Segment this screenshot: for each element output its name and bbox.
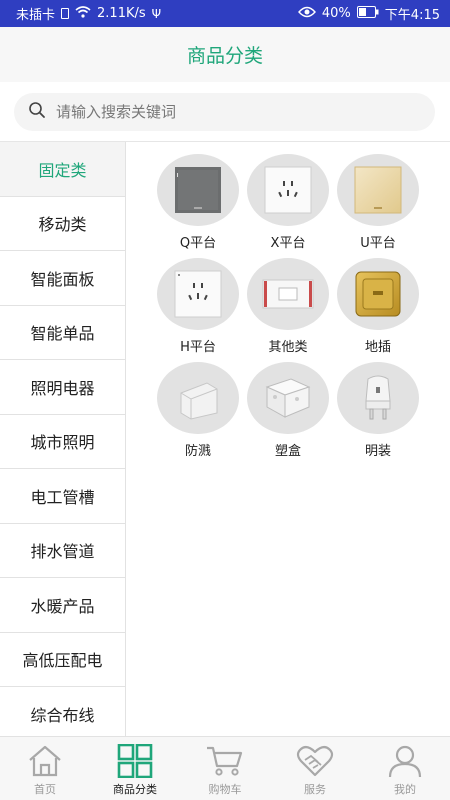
- sidebar-item-conduit[interactable]: 电工管槽: [0, 469, 125, 524]
- sidebar-item-label: 智能面板: [30, 269, 95, 289]
- sidebar-item-power-distribution[interactable]: 高低压配电: [0, 632, 125, 687]
- sidebar-item-label: 电工管槽: [30, 487, 95, 507]
- white-socket-panel-icon: [264, 166, 312, 214]
- battery-icon: [356, 5, 379, 22]
- splash-cover-icon: [180, 382, 218, 420]
- sidebar-item-label: 移动类: [38, 215, 87, 235]
- sidebar-item-fixed[interactable]: 固定类: [0, 142, 125, 197]
- tab-profile[interactable]: 我的: [360, 737, 450, 800]
- subcategory-x-platform[interactable]: X平台: [243, 154, 333, 251]
- subcategory-label: Q平台: [179, 236, 217, 251]
- thumb-circle: [247, 362, 329, 434]
- subcategory-other[interactable]: 其他类: [243, 258, 333, 355]
- sidebar-item-label: 高低压配电: [22, 651, 103, 671]
- sidebar-item-label: 综合布线: [30, 705, 95, 725]
- clock: 下午4:15: [384, 8, 440, 23]
- wifi-icon: [75, 5, 91, 22]
- sidebar-item-label: 照明电器: [30, 378, 95, 398]
- category-grid-icon: [117, 744, 153, 778]
- search-icon: [28, 101, 46, 123]
- gold-panel-icon: [354, 166, 402, 214]
- subcategory-plastic-box[interactable]: 塑盒: [243, 362, 333, 459]
- status-right: 40% 下午4:15: [297, 4, 440, 23]
- subcategory-label: U平台: [360, 236, 396, 251]
- socket-panel-icon: [174, 270, 222, 318]
- network-speed: 2.11K/s: [97, 6, 146, 21]
- search-input[interactable]: [56, 103, 396, 121]
- sidebar-item-cabling[interactable]: 综合布线: [0, 687, 125, 736]
- subcategory-surface-mount[interactable]: 明装: [333, 362, 423, 459]
- gray-switch-panel-icon: [175, 167, 221, 213]
- subcategory-label: 其他类: [268, 340, 308, 355]
- thumb-circle: [337, 154, 419, 226]
- thumb-circle: [247, 154, 329, 226]
- subcategory-label: H平台: [180, 340, 216, 355]
- category-sidebar: 固定类 移动类 智能面板 智能单品 照明电器 城市照明 电工管槽 排水管道 水暖…: [0, 142, 126, 736]
- subcategory-grid: Q平台 X平台 U平台 H平台 其他类 地插 防溅 塑盒 明装: [153, 154, 423, 459]
- rocker-switch-icon: [262, 279, 314, 309]
- carrier-text: 未插卡: [16, 8, 56, 23]
- page-title: 商品分类: [186, 45, 263, 67]
- thumb-circle: [157, 258, 239, 330]
- sidebar-item-smart-single[interactable]: 智能单品: [0, 305, 125, 360]
- subcategory-h-platform[interactable]: H平台: [153, 258, 243, 355]
- subcategory-label: X平台: [270, 236, 306, 251]
- sidebar-item-label: 固定类: [38, 160, 87, 180]
- thumb-circle: [337, 362, 419, 434]
- tab-label: 购物车: [208, 783, 242, 796]
- thumb-circle: [157, 154, 239, 226]
- thumb-circle: [337, 258, 419, 330]
- usb-icon: Ψ: [151, 6, 162, 21]
- sidebar-item-lighting[interactable]: 照明电器: [0, 360, 125, 415]
- battery-percent: 40%: [321, 6, 351, 21]
- thumb-circle: [247, 258, 329, 330]
- tab-label: 首页: [34, 783, 56, 796]
- cart-icon: [207, 746, 243, 776]
- subcategory-panel: Q平台 X平台 U平台 H平台 其他类 地插 防溅 塑盒 明装: [127, 142, 450, 736]
- eye-icon: [297, 6, 316, 22]
- surface-mount-socket-icon: [365, 375, 391, 420]
- tab-label: 服务: [304, 783, 326, 796]
- search-box[interactable]: [14, 93, 435, 131]
- sim-icon: [61, 8, 70, 19]
- sidebar-item-label: 智能单品: [30, 324, 95, 344]
- sidebar-item-plumbing[interactable]: 水暖产品: [0, 578, 125, 633]
- sidebar-item-drainage[interactable]: 排水管道: [0, 523, 125, 578]
- sidebar-item-mobile[interactable]: 移动类: [0, 196, 125, 251]
- floor-socket-icon: [355, 271, 401, 317]
- home-icon: [29, 745, 61, 777]
- sidebar-item-city-lighting[interactable]: 城市照明: [0, 414, 125, 469]
- subcategory-q-platform[interactable]: Q平台: [153, 154, 243, 251]
- status-left: 未插卡 2.11K/s Ψ: [16, 4, 161, 23]
- tab-label: 商品分类: [113, 783, 157, 796]
- sidebar-item-label: 排水管道: [30, 542, 95, 562]
- subcategory-label: 地插: [364, 340, 391, 355]
- sidebar-item-label: 城市照明: [30, 433, 95, 453]
- tab-cart[interactable]: 购物车: [180, 737, 270, 800]
- sidebar-item-label: 水暖产品: [30, 596, 95, 616]
- thumb-circle: [157, 362, 239, 434]
- tab-home[interactable]: 首页: [0, 737, 90, 800]
- status-bar: 未插卡 2.11K/s Ψ 40% 下午4:15: [0, 0, 450, 27]
- subcategory-label: 塑盒: [274, 444, 301, 459]
- sidebar-item-smart-panel[interactable]: 智能面板: [0, 251, 125, 306]
- plastic-box-icon: [265, 378, 311, 418]
- subcategory-u-platform[interactable]: U平台: [333, 154, 423, 251]
- tab-service[interactable]: 服务: [270, 737, 360, 800]
- tab-label: 我的: [394, 783, 416, 796]
- search-area: [0, 82, 450, 142]
- subcategory-floor-socket[interactable]: 地插: [333, 258, 423, 355]
- user-icon: [388, 745, 422, 778]
- subcategory-splash-proof[interactable]: 防溅: [153, 362, 243, 459]
- subcategory-label: 明装: [364, 444, 391, 459]
- handshake-heart-icon: [296, 745, 334, 777]
- page-header: 商品分类: [0, 27, 450, 82]
- subcategory-label: 防溅: [184, 444, 211, 459]
- bottom-tab-bar: 首页 商品分类 购物车 服务 我的: [0, 736, 450, 800]
- tab-categories[interactable]: 商品分类: [90, 737, 180, 800]
